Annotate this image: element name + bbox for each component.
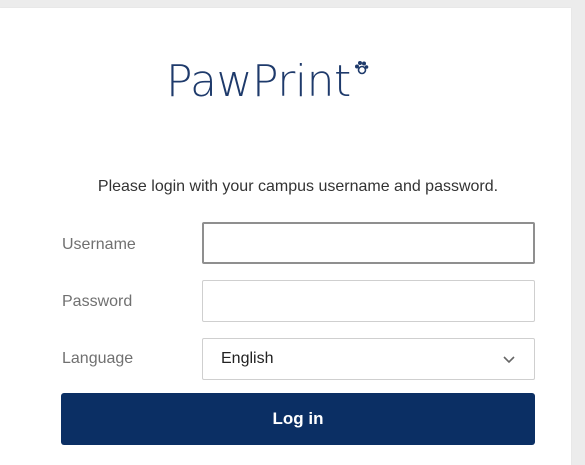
language-label: Language <box>62 350 134 367</box>
login-instructions: Please login with your campus username a… <box>97 178 499 195</box>
password-label: Password <box>62 293 133 310</box>
language-select[interactable]: English <box>202 338 535 380</box>
login-card: PawPrint Please login with your campus u… <box>0 8 571 465</box>
paw-icon <box>354 61 369 75</box>
language-selected-value: English <box>221 350 274 367</box>
logo-text: PawPrint <box>166 56 351 107</box>
username-input[interactable] <box>202 222 535 264</box>
username-label: Username <box>62 236 136 253</box>
password-input[interactable] <box>202 280 535 322</box>
pawprint-logo: PawPrint <box>166 60 369 110</box>
login-button[interactable]: Log in <box>61 393 535 445</box>
chevron-down-icon <box>503 356 515 364</box>
